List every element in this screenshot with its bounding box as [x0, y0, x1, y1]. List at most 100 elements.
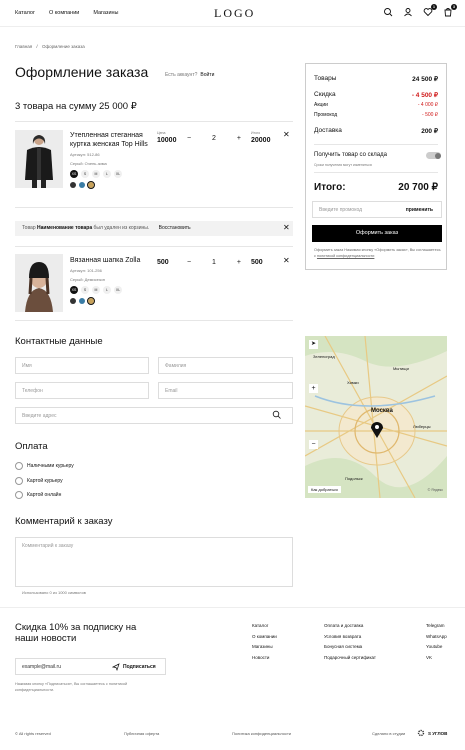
total-label: Итого: — [314, 182, 346, 193]
footer-link[interactable]: Каталог — [252, 621, 277, 632]
payment-option[interactable]: Картой онлайн — [15, 491, 61, 499]
product-article: Артикул: 512-86 — [70, 152, 100, 157]
close-icon[interactable]: ✕ — [283, 223, 290, 232]
locate-icon[interactable]: ➤ — [309, 340, 318, 349]
payment-option[interactable]: Наличными курьеру — [15, 462, 74, 470]
nav-about[interactable]: О компании — [49, 10, 79, 16]
apply-button[interactable]: применить — [406, 207, 433, 213]
size-option[interactable]: L — [103, 286, 111, 294]
radio-button[interactable] — [15, 477, 23, 485]
subscribe-note: Нажимая кнопку «Подписаться», Вы соглаша… — [15, 682, 128, 692]
heart-icon[interactable]: 1 — [423, 4, 437, 17]
zoom-in-button[interactable]: + — [309, 384, 318, 393]
product-image-hat[interactable] — [15, 254, 63, 312]
subscribe-button[interactable]: Подписаться — [123, 664, 156, 670]
surname-field[interactable]: Фамилия — [158, 357, 293, 374]
color-swatch[interactable] — [87, 297, 95, 305]
social-telegram[interactable]: Telegram — [426, 621, 447, 632]
radio-button[interactable] — [15, 462, 23, 470]
increase-button[interactable]: + — [237, 135, 241, 142]
size-option[interactable]: S — [81, 286, 89, 294]
size-option[interactable]: XL — [114, 286, 122, 294]
radio-button[interactable] — [15, 491, 23, 499]
size-option[interactable]: S — [81, 170, 89, 178]
logo[interactable]: LOGO — [214, 6, 255, 21]
footer-link[interactable]: Подарочный сертификат — [324, 653, 376, 664]
user-icon[interactable] — [403, 7, 413, 17]
size-option[interactable]: L — [103, 170, 111, 178]
map[interactable]: Зеленоград Мытищи Химки Москва Люберцы П… — [305, 336, 447, 498]
restore-button[interactable]: Восстановить — [159, 225, 191, 231]
footer-col-2: Оплата и доставка Условия возврата Бонус… — [324, 621, 376, 663]
product-name[interactable]: Вязанная шапка Zolla — [70, 256, 150, 265]
search-icon[interactable] — [383, 7, 393, 17]
color-swatch[interactable] — [70, 182, 76, 188]
promo-input[interactable]: Введите промокод — [319, 207, 362, 213]
map-label: Мытищи — [393, 366, 409, 371]
payment-option[interactable]: Картой курьеру — [15, 477, 63, 485]
footer-link[interactable]: Бонусная система — [324, 642, 376, 653]
account-prompt: Есть аккаунт? Войти — [165, 72, 215, 78]
product-total: 500 — [251, 259, 263, 266]
footer-link[interactable]: Условия возврата — [324, 632, 376, 643]
product-image-jacket[interactable] — [15, 130, 63, 188]
zoom-out-button[interactable]: − — [309, 440, 318, 449]
comment-textarea[interactable]: Комментарий к заказу — [15, 537, 293, 587]
product-info: Вязанная шапка Zolla Артикул: 101-256 Се… — [70, 256, 150, 305]
social-whatsapp[interactable]: WhatsApp — [426, 632, 447, 643]
route-link[interactable]: Как добраться — [308, 486, 341, 493]
name-field[interactable]: Имя — [15, 357, 149, 374]
total-value: 20 700 ₽ — [398, 182, 438, 193]
product-info: Утепленная стеганная куртка женская Top … — [70, 131, 150, 189]
pickup-toggle[interactable] — [426, 152, 441, 159]
remove-icon[interactable]: ✕ — [283, 130, 290, 139]
color-swatch[interactable] — [70, 298, 76, 304]
search-icon[interactable] — [272, 410, 281, 421]
privacy-policy-link[interactable]: Политика конфиденциальности — [232, 731, 291, 736]
size-option[interactable]: M — [92, 286, 100, 294]
color-swatch[interactable] — [79, 298, 85, 304]
size-option[interactable]: XS — [70, 286, 78, 294]
studio-credit: Сделано в студии — [372, 731, 406, 736]
address-field[interactable]: Введите адрес — [15, 407, 293, 424]
decrease-button[interactable]: − — [187, 135, 191, 142]
social-vk[interactable]: VK — [426, 653, 447, 664]
breadcrumb-home[interactable]: Главная — [15, 44, 32, 49]
increase-button[interactable]: + — [237, 259, 241, 266]
order-summary: Товары 24 500 ₽ Скидка - 4 500 ₽ Акции - 4 … — [305, 63, 447, 270]
color-swatch[interactable] — [79, 182, 85, 188]
phone-field[interactable]: Телефон — [15, 382, 149, 399]
footer-link[interactable]: Оплата и доставка — [324, 621, 376, 632]
footer-link[interactable]: Магазины — [252, 642, 277, 653]
offer-link[interactable]: Публичная оферта — [124, 731, 159, 736]
decrease-button[interactable]: − — [187, 259, 191, 266]
cart-badge: 3 — [451, 4, 457, 10]
social-youtube[interactable]: Youtube — [426, 642, 447, 653]
map-label: Люберцы — [413, 424, 431, 429]
subscribe-email-input[interactable]: example@mail.ru — [22, 664, 61, 670]
footer-col-1: Каталог О компании Магазины Новости — [252, 621, 277, 663]
checkout-button[interactable]: Оформить заказ — [312, 225, 442, 242]
discount-value: - 4 500 ₽ — [411, 92, 438, 99]
cart-icon[interactable]: 3 — [443, 4, 457, 17]
divider — [15, 121, 293, 122]
legal-text: Оформить заказ Нажимая кнопку «Оформить … — [314, 248, 441, 258]
size-option[interactable]: M — [92, 170, 100, 178]
top-nav: Каталог О компании Магазины — [15, 10, 119, 16]
site-footer: Скидка 10% за подписку на наши новости e… — [0, 607, 465, 750]
email-field[interactable]: Email — [158, 382, 293, 399]
nav-catalog[interactable]: Каталог — [15, 10, 35, 16]
size-option[interactable]: XL — [114, 170, 122, 178]
total-block: Итого 20000 — [251, 131, 271, 144]
footer-link[interactable]: Новости — [252, 653, 277, 664]
login-link[interactable]: Войти — [200, 72, 214, 78]
studio-logo[interactable]: S УГЛОВ — [428, 731, 447, 736]
nav-stores[interactable]: Магазины — [93, 10, 118, 16]
privacy-link[interactable]: политикой конфиденциальности — [317, 254, 374, 258]
remove-icon[interactable]: ✕ — [283, 256, 290, 265]
size-option[interactable]: XS — [70, 170, 78, 178]
map-label: Подольск — [345, 476, 363, 481]
product-name[interactable]: Утепленная стеганная куртка женская Top … — [70, 131, 150, 149]
footer-link[interactable]: О компании — [252, 632, 277, 643]
color-swatch[interactable] — [87, 181, 95, 189]
